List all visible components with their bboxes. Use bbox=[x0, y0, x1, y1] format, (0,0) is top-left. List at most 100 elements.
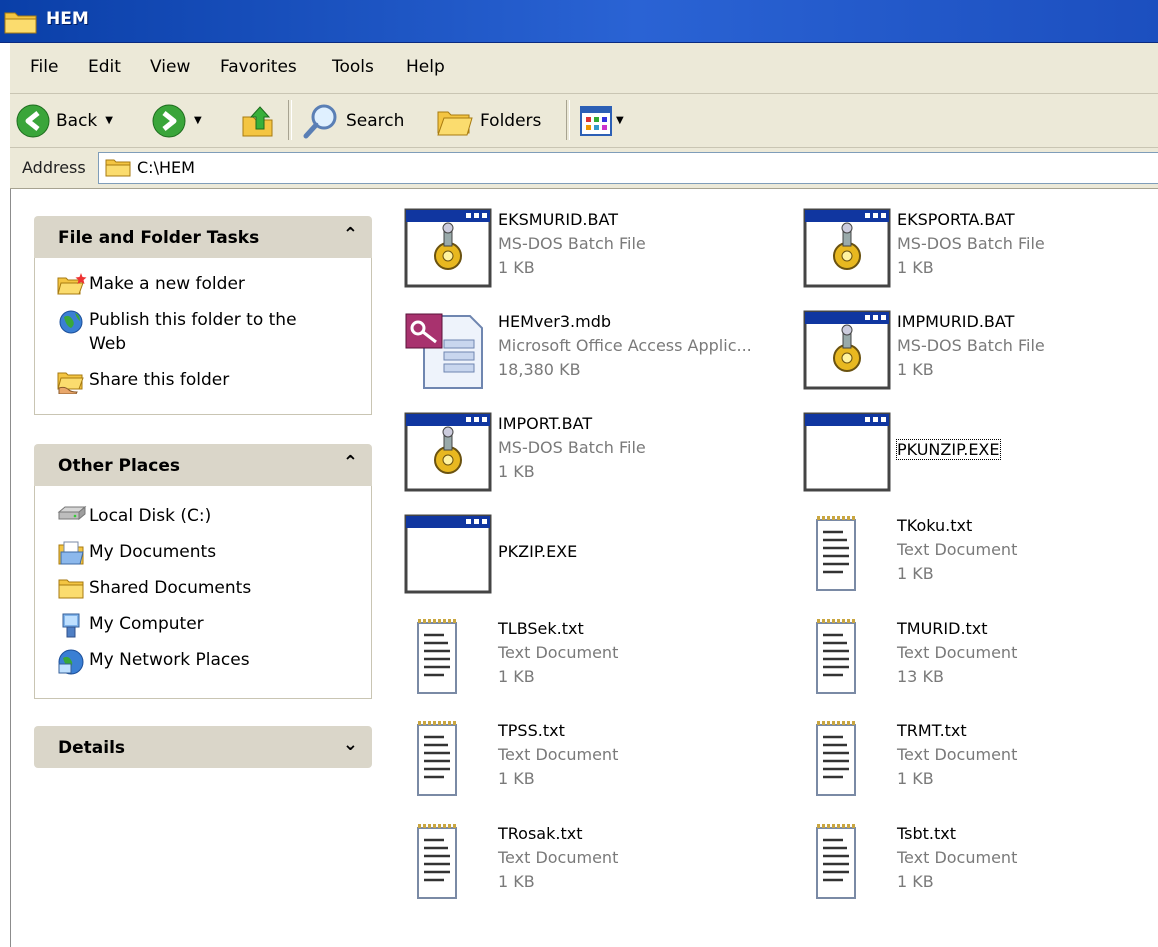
file-folder-tasks-body: Make a new folder Publish this folder to… bbox=[34, 258, 372, 415]
file-item-trmt-txt[interactable]: TRMT.txt Text Document 1 KB bbox=[803, 719, 1143, 815]
file-item-impmurid-bat[interactable]: IMPMURID.BAT MS-DOS Batch File 1 KB bbox=[803, 310, 1143, 406]
file-size: 1 KB bbox=[498, 667, 535, 686]
file-item-hemver3-mdb[interactable]: HEMver3.mdb Microsoft Office Access Appl… bbox=[404, 310, 784, 406]
views-icon bbox=[580, 105, 612, 136]
file-item-eksporta-bat[interactable]: EKSPORTA.BAT MS-DOS Batch File 1 KB bbox=[803, 208, 1143, 304]
share-folder-icon bbox=[57, 372, 84, 394]
folders-label: Folders bbox=[480, 110, 542, 131]
file-item-tlbsek-txt[interactable]: TLBSek.txt Text Document 1 KB bbox=[404, 617, 784, 713]
file-name: EKSPORTA.BAT bbox=[897, 210, 1015, 229]
chevron-down-icon[interactable]: ▼ bbox=[194, 115, 202, 126]
collapse-icon[interactable]: ⌃ bbox=[343, 224, 358, 245]
folders-button[interactable]: Folders bbox=[436, 94, 541, 147]
batch-icon bbox=[803, 208, 891, 288]
other-places-panel: Other Places ⌃ Local Disk (C:) My Docume… bbox=[34, 444, 372, 699]
chevron-down-icon[interactable]: ▼ bbox=[616, 115, 624, 126]
file-folder-tasks-header[interactable]: File and Folder Tasks ⌃ bbox=[34, 216, 372, 258]
place-my-network-places[interactable]: My Network Places bbox=[55, 648, 250, 676]
place-shared-documents[interactable]: Shared Documents bbox=[55, 576, 251, 600]
place-local-disk[interactable]: Local Disk (C:) bbox=[55, 504, 211, 528]
task-label: Share this folder bbox=[89, 370, 230, 390]
file-name: HEMver3.mdb bbox=[498, 312, 611, 331]
place-label: Shared Documents bbox=[89, 578, 252, 598]
task-label: Make a new folder bbox=[89, 274, 245, 294]
search-button[interactable]: Search bbox=[302, 94, 404, 147]
shared-folder-icon bbox=[58, 579, 84, 599]
file-item-tkoku-txt[interactable]: TKoku.txt Text Document 1 KB bbox=[803, 514, 1143, 610]
menu-tools[interactable]: Tools bbox=[332, 57, 374, 77]
title-bar[interactable]: HEM bbox=[0, 0, 1158, 43]
chevron-down-icon[interactable]: ▼ bbox=[105, 115, 113, 126]
file-name: TMURID.txt bbox=[897, 619, 988, 638]
file-size: 1 KB bbox=[498, 872, 535, 891]
back-arrow-icon bbox=[16, 104, 50, 137]
file-item-eksmurid-bat[interactable]: EKSMURID.BAT MS-DOS Batch File 1 KB bbox=[404, 208, 784, 304]
menu-file[interactable]: File bbox=[30, 57, 58, 77]
file-name: TPSS.txt bbox=[498, 721, 565, 740]
place-label: My Computer bbox=[89, 614, 204, 634]
details-header[interactable]: Details ⌄ bbox=[34, 726, 372, 768]
toolbar: Back ▼ ▼ Search Folders ▼ bbox=[10, 94, 1158, 148]
file-name: TLBSek.txt bbox=[498, 619, 584, 638]
file-size: 1 KB bbox=[897, 258, 934, 277]
views-button[interactable]: ▼ bbox=[580, 94, 624, 147]
place-label: Local Disk (C:) bbox=[89, 506, 212, 526]
batch-icon bbox=[803, 310, 891, 390]
panel-title: Details bbox=[58, 738, 126, 758]
file-type: Text Document bbox=[498, 848, 619, 867]
task-publish-web[interactable]: Publish this folder to the Web bbox=[55, 308, 319, 356]
file-item-tsbt-txt[interactable]: Tsbt.txt Text Document 1 KB bbox=[803, 822, 1143, 918]
menu-edit[interactable]: Edit bbox=[88, 57, 121, 77]
file-folder-tasks-panel: File and Folder Tasks ⌃ Make a new folde… bbox=[34, 216, 372, 415]
file-name: Tsbt.txt bbox=[897, 824, 956, 843]
file-type: Text Document bbox=[897, 848, 1018, 867]
task-share-folder[interactable]: Share this folder bbox=[55, 368, 229, 394]
search-label: Search bbox=[346, 110, 405, 131]
network-places-icon bbox=[58, 649, 84, 675]
file-size: 1 KB bbox=[498, 462, 535, 481]
my-computer-icon bbox=[62, 613, 80, 638]
search-icon bbox=[303, 104, 337, 138]
window-title: HEM bbox=[46, 9, 89, 29]
file-type: Text Document bbox=[897, 540, 1018, 559]
up-folder-button[interactable] bbox=[240, 94, 276, 147]
file-item-pkzip-exe[interactable]: PKZIP.EXE bbox=[404, 514, 784, 610]
task-make-new-folder[interactable]: Make a new folder bbox=[55, 272, 245, 296]
menu-favorites[interactable]: Favorites bbox=[220, 57, 297, 77]
file-type: MS-DOS Batch File bbox=[498, 438, 646, 457]
file-name: EKSMURID.BAT bbox=[498, 210, 618, 229]
batch-icon bbox=[404, 208, 492, 288]
menu-help[interactable]: Help bbox=[406, 57, 445, 77]
place-label: My Network Places bbox=[89, 650, 250, 670]
file-size: 1 KB bbox=[498, 769, 535, 788]
file-size: 18,380 KB bbox=[498, 360, 581, 379]
file-item-tpss-txt[interactable]: TPSS.txt Text Document 1 KB bbox=[404, 719, 784, 815]
forward-button[interactable]: ▼ bbox=[152, 94, 202, 147]
file-size: 1 KB bbox=[897, 872, 934, 891]
collapse-icon[interactable]: ⌃ bbox=[343, 452, 358, 473]
file-size: 13 KB bbox=[897, 667, 944, 686]
up-folder-icon bbox=[242, 105, 273, 136]
file-item-pkunzip-exe[interactable]: PKUNZIP.EXE bbox=[803, 412, 1143, 508]
back-button[interactable]: Back ▼ bbox=[16, 94, 113, 147]
other-places-header[interactable]: Other Places ⌃ bbox=[34, 444, 372, 486]
file-type: Microsoft Office Access Applic... bbox=[498, 336, 752, 355]
file-item-trosak-txt[interactable]: TRosak.txt Text Document 1 KB bbox=[404, 822, 784, 918]
batch-icon bbox=[404, 412, 492, 492]
other-places-body: Local Disk (C:) My Documents Shared Docu… bbox=[34, 486, 372, 699]
file-name: TRMT.txt bbox=[897, 721, 967, 740]
folders-icon bbox=[437, 111, 473, 135]
place-my-computer[interactable]: My Computer bbox=[55, 612, 204, 640]
file-name: TRosak.txt bbox=[498, 824, 583, 843]
file-item-tmurid-txt[interactable]: TMURID.txt Text Document 13 KB bbox=[803, 617, 1143, 713]
text-document-icon bbox=[816, 824, 856, 899]
place-my-documents[interactable]: My Documents bbox=[55, 540, 216, 566]
address-input[interactable]: C:\HEM bbox=[98, 152, 1158, 184]
access-icon bbox=[405, 313, 483, 389]
file-size: 1 KB bbox=[897, 564, 934, 583]
expand-icon[interactable]: ⌄ bbox=[343, 734, 358, 755]
file-item-import-bat[interactable]: IMPORT.BAT MS-DOS Batch File 1 KB bbox=[404, 412, 784, 508]
menu-view[interactable]: View bbox=[150, 57, 190, 77]
file-name: PKZIP.EXE bbox=[498, 542, 578, 561]
file-type: Text Document bbox=[498, 643, 619, 662]
